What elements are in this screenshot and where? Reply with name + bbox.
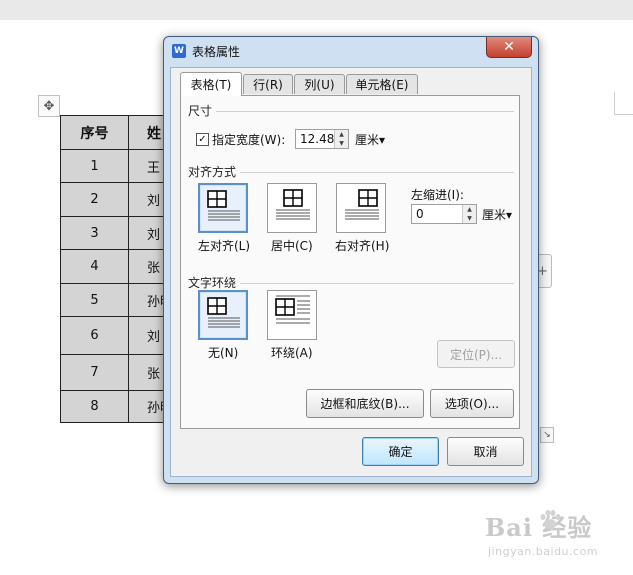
spin-up-icon[interactable]: ▲ <box>335 130 348 139</box>
move-cross-icon: ✥ <box>43 98 55 114</box>
width-spinbox[interactable]: 12.48 ▲ ▼ <box>295 129 349 149</box>
app-icon-letter: W <box>174 46 184 56</box>
table-cell[interactable]: 3 <box>60 216 129 250</box>
close-button[interactable]: ✕ <box>486 37 532 58</box>
align-right-icon <box>345 189 379 220</box>
borders-shading-button[interactable]: 边框和底纹(B)... <box>306 389 424 418</box>
tab-cell[interactable]: 单元格(E) <box>346 74 418 94</box>
specify-width-checkbox[interactable]: ✓ <box>196 133 209 146</box>
specify-width-label: 指定宽度(W): <box>212 133 286 147</box>
tab-column[interactable]: 列(U) <box>294 74 345 94</box>
table-cell[interactable]: 5 <box>60 283 129 317</box>
table-cell[interactable]: 4 <box>60 249 129 284</box>
paw-icon <box>540 510 561 529</box>
table-tab-panel: 尺寸 ✓ 指定宽度(W): 12.48 ▲ ▼ 厘米▾ 对齐方式 左对齐(L) … <box>180 95 520 429</box>
align-left-label: 左对齐(L) <box>198 239 251 253</box>
table-cell[interactable]: 6 <box>60 316 129 355</box>
table-header-cell[interactable]: 序号 <box>60 115 129 150</box>
align-left-icon <box>207 190 240 221</box>
indent-unit-select[interactable]: 厘米▾ <box>482 206 512 223</box>
alignment-group-line <box>240 172 514 173</box>
app-icon: W <box>172 44 186 58</box>
align-center-icon <box>276 189 310 220</box>
table-cell[interactable]: 2 <box>60 182 129 217</box>
wrap-group-line <box>240 283 514 284</box>
table-properties-dialog: W 表格属性 ✕ 表格(T) 行(R) 列(U) 单元格(E) 尺寸 ✓ 指定宽… <box>163 36 539 484</box>
spin-up-icon[interactable]: ▲ <box>463 205 476 214</box>
wrap-none-option[interactable] <box>198 290 248 340</box>
wrap-around-label: 环绕(A) <box>271 346 313 360</box>
wrap-none-icon <box>207 297 240 328</box>
spin-down-icon[interactable]: ▼ <box>335 139 348 148</box>
size-group-line <box>216 111 514 112</box>
options-button[interactable]: 选项(O)... <box>430 389 514 418</box>
size-group-label: 尺寸 <box>188 104 213 118</box>
left-indent-label: 左缩进(I): <box>411 188 464 202</box>
table-cell[interactable]: 8 <box>60 390 129 423</box>
left-indent-value: 0 <box>416 207 424 221</box>
dialog-title-bar[interactable]: W 表格属性 ✕ <box>164 37 538 65</box>
align-left-option[interactable] <box>198 183 248 233</box>
wrap-none-label: 无(N) <box>208 346 239 360</box>
document-top-bar <box>0 0 633 20</box>
alignment-group-label: 对齐方式 <box>188 165 237 179</box>
resize-icon: ↘ <box>543 430 551 440</box>
width-unit-select[interactable]: 厘米▾ <box>355 131 385 148</box>
cancel-button[interactable]: 取消 <box>447 437 524 466</box>
width-value: 12.48 <box>300 132 335 146</box>
width-spin-arrows[interactable]: ▲ ▼ <box>334 130 348 148</box>
watermark-url: jingyan.baidu.com <box>488 545 599 558</box>
dialog-client-area: 表格(T) 行(R) 列(U) 单元格(E) 尺寸 ✓ 指定宽度(W): 12.… <box>170 67 532 477</box>
table-cell[interactable]: 1 <box>60 149 129 183</box>
ok-button[interactable]: 确定 <box>362 437 439 466</box>
align-center-label: 居中(C) <box>271 239 313 253</box>
dialog-title: 表格属性 <box>192 45 241 59</box>
table-resize-handle[interactable]: ↘ <box>540 427 554 443</box>
indent-spin-arrows[interactable]: ▲ ▼ <box>462 205 476 223</box>
table-cell[interactable]: 7 <box>60 354 129 391</box>
wrap-around-icon <box>275 295 310 324</box>
align-right-label: 右对齐(H) <box>335 239 390 253</box>
spin-down-icon[interactable]: ▼ <box>463 214 476 223</box>
wrap-around-option[interactable] <box>267 290 317 340</box>
table-move-handle[interactable]: ✥ <box>38 95 60 117</box>
position-button[interactable]: 定位(P)... <box>437 340 515 368</box>
tab-row[interactable]: 行(R) <box>243 74 293 94</box>
close-icon: ✕ <box>503 39 515 55</box>
tab-table[interactable]: 表格(T) <box>180 72 242 96</box>
align-center-option[interactable] <box>267 183 317 233</box>
wrap-group-label: 文字环绕 <box>188 276 237 290</box>
left-indent-spinbox[interactable]: 0 ▲ ▼ <box>411 204 477 224</box>
align-right-option[interactable] <box>336 183 386 233</box>
page-corner-mark <box>614 92 633 115</box>
